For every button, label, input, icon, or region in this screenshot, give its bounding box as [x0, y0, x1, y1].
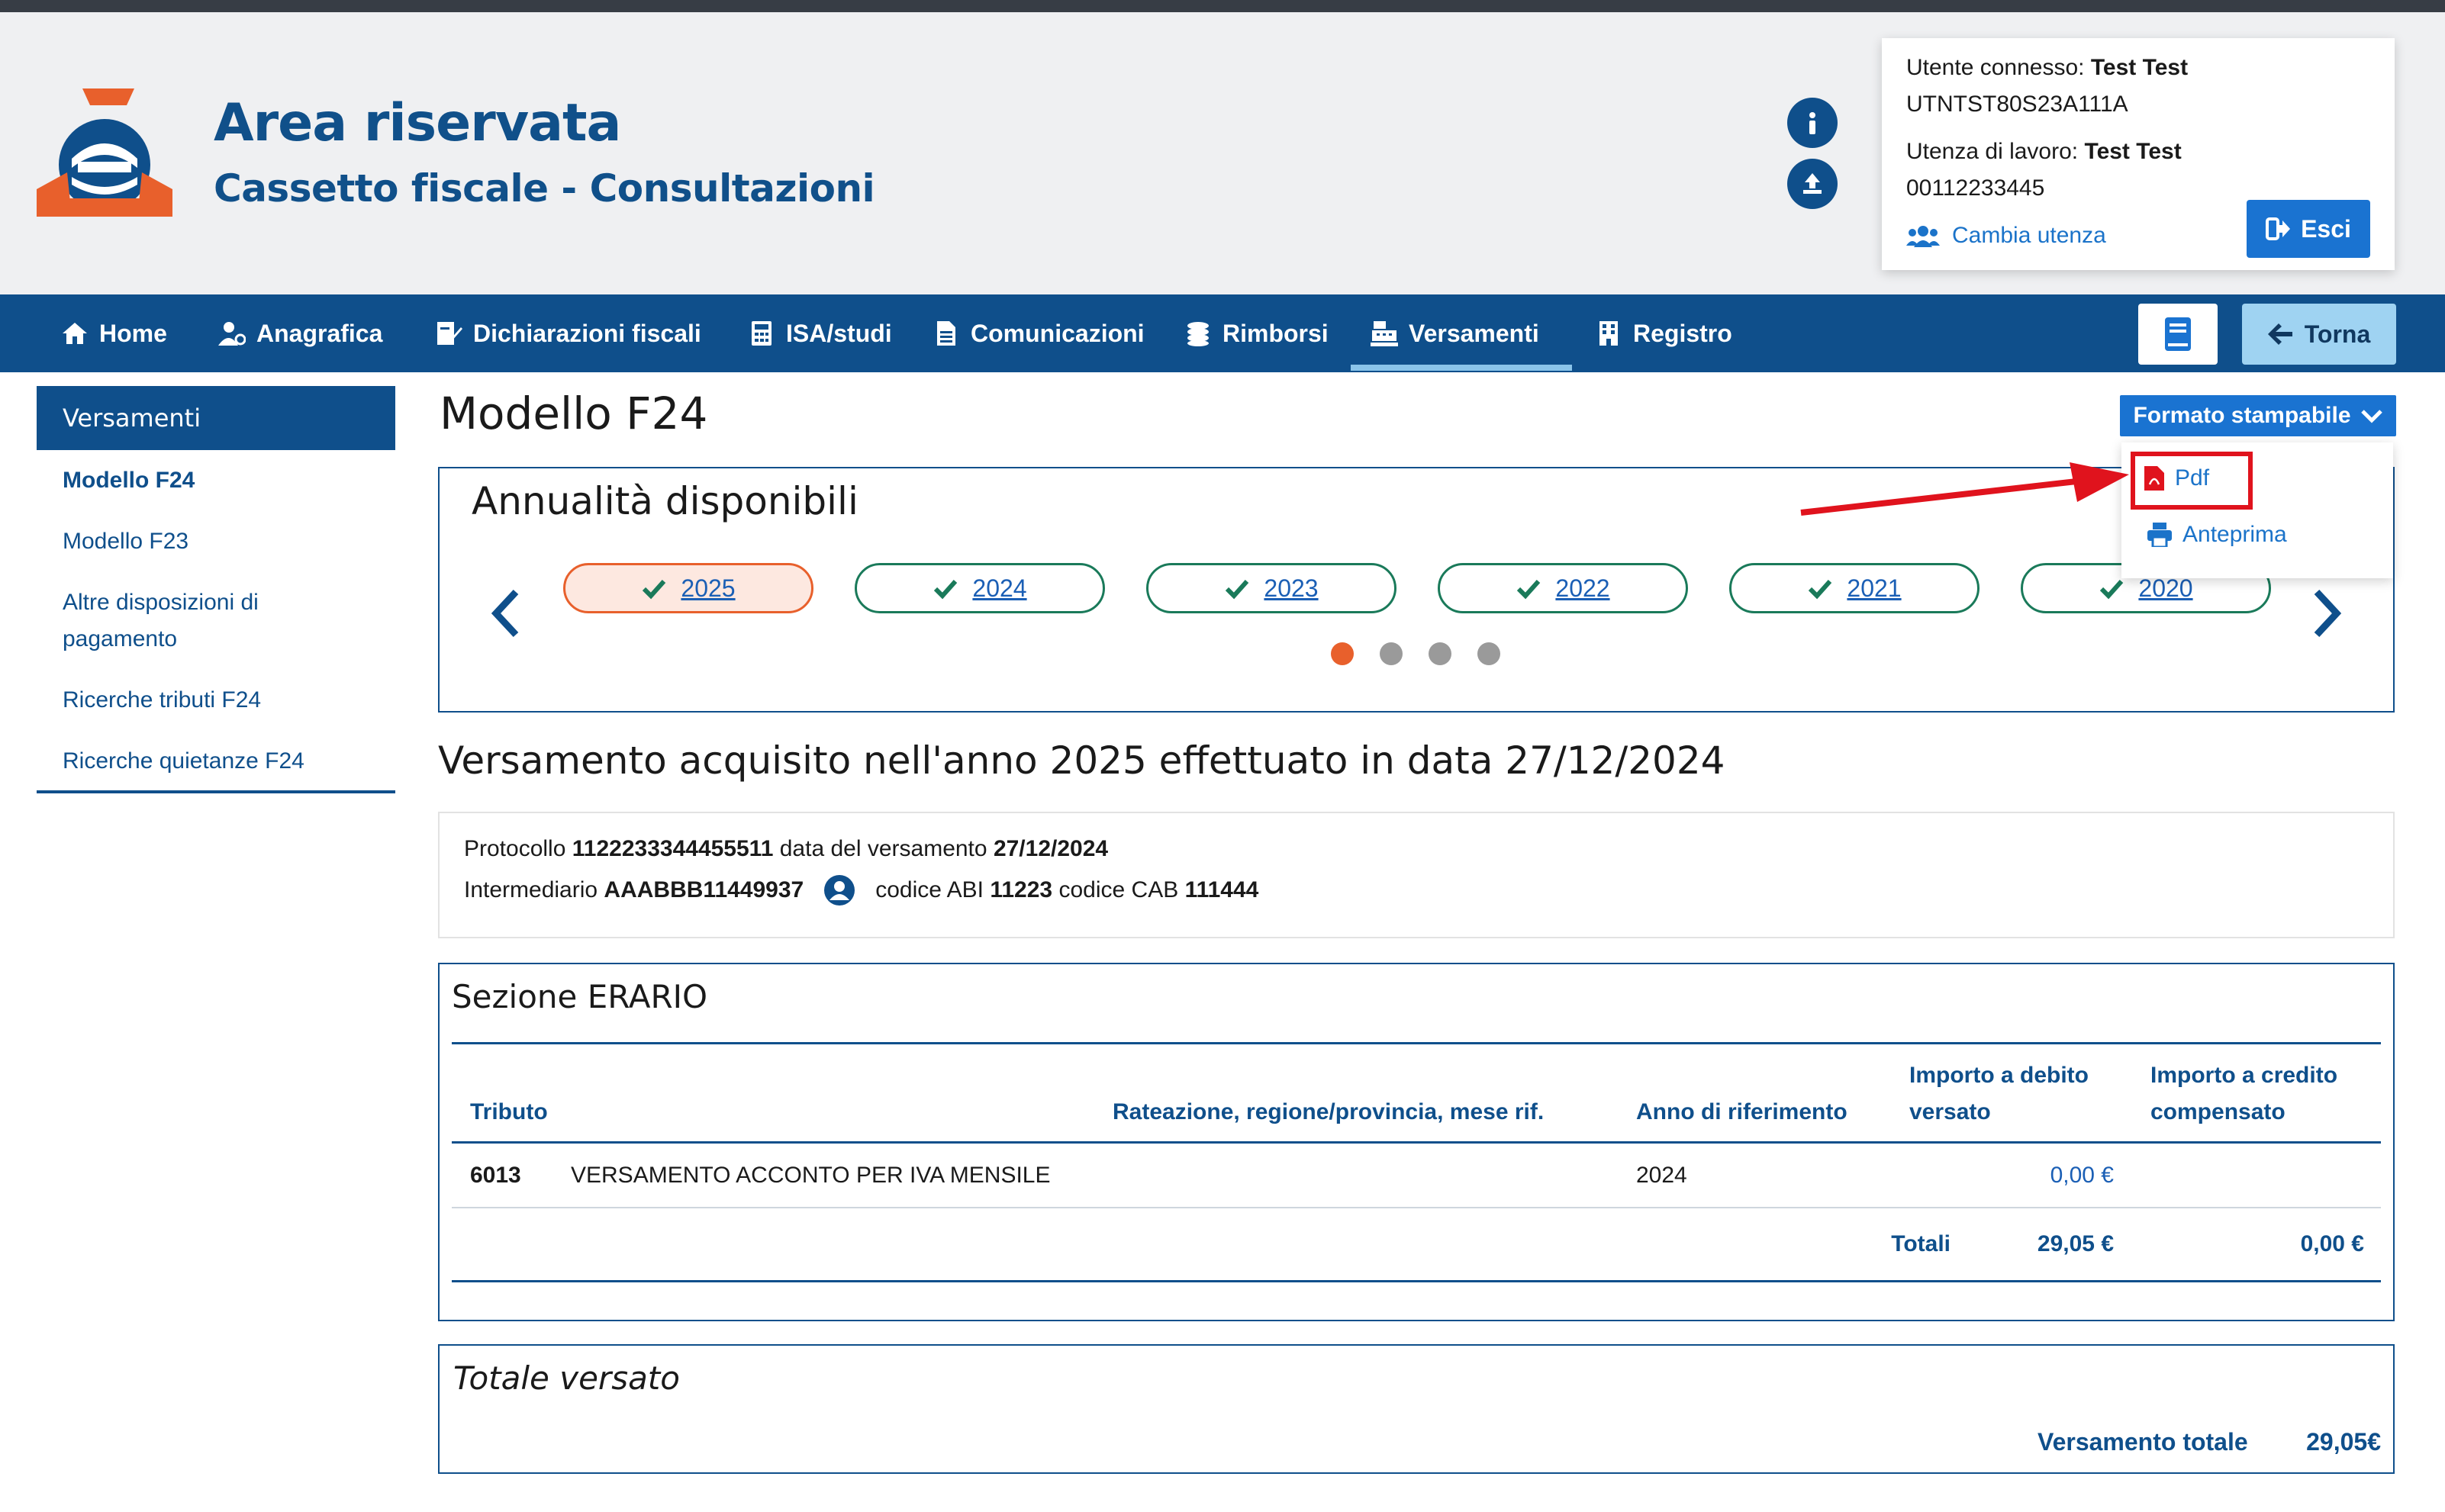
sidebar-item-altre-disposizioni[interactable]: Altre disposizioni di pagamento	[63, 584, 322, 658]
check-icon	[643, 579, 666, 600]
check-icon	[1517, 579, 1541, 600]
user-cog-icon	[218, 322, 246, 346]
pdf-highlight-box	[2131, 452, 2253, 510]
upload-button[interactable]	[1787, 159, 1838, 209]
file-signature-icon	[437, 322, 462, 345]
erario-title: Sezione ERARIO	[452, 978, 708, 1015]
table-bottom-rule	[452, 1280, 2381, 1282]
check-icon	[1226, 579, 1249, 600]
sidebar-item-modello-f23[interactable]: Modello F23	[63, 523, 383, 560]
check-icon	[934, 579, 958, 600]
table-row-debito: 0,00 €	[2050, 1163, 2114, 1188]
year-pill-2025[interactable]: 2025	[563, 563, 813, 613]
check-icon	[2100, 579, 2124, 600]
print-format-dropdown[interactable]: Formato stampabile	[2120, 395, 2396, 436]
user-circle-icon[interactable]	[823, 874, 855, 906]
col-header-anno: Anno di riferimento	[1636, 1099, 1847, 1124]
total-paid-title: Totale versato	[453, 1359, 680, 1397]
year-pill-2023[interactable]: 2023	[1146, 563, 1396, 613]
building-icon	[1599, 321, 1618, 346]
chevron-down-icon	[2360, 410, 2382, 423]
sidebar-item-ricerche-tributi[interactable]: Ricerche tributi F24	[63, 682, 383, 719]
cash-register-icon	[1371, 321, 1398, 346]
connected-user-line: Utente connesso: Test Test	[1906, 55, 2189, 80]
print-icon	[2147, 523, 2172, 547]
nav-anagrafica[interactable]: Anagrafica	[218, 294, 382, 372]
work-user-line: Utenza di lavoro: Test Test	[1906, 139, 2182, 164]
app-title: Area riservata	[214, 93, 621, 153]
total-paid-label: Versamento totale	[2038, 1428, 2248, 1456]
table-row-rule	[452, 1207, 2381, 1208]
coins-icon	[1187, 322, 1209, 346]
totals-label: Totali	[1891, 1231, 1951, 1256]
upload-icon	[1803, 173, 1822, 194]
page-title: Modello F24	[440, 388, 708, 439]
totals-credito: 0,00 €	[2300, 1231, 2364, 1256]
col-header-credito: Importo a credito compensato	[2150, 1063, 2338, 1124]
browser-top-strip	[0, 0, 2445, 12]
nav-isa[interactable]: ISA/studi	[748, 294, 892, 372]
carousel-dot[interactable]	[1380, 642, 1403, 665]
table-header-rule	[452, 1141, 2381, 1144]
sidebar-divider	[37, 790, 395, 793]
guide-button[interactable]	[2138, 304, 2218, 365]
total-paid-value: 29,05€	[2306, 1428, 2381, 1456]
info-button[interactable]	[1787, 98, 1838, 148]
year-pill-2024[interactable]: 2024	[855, 563, 1105, 613]
print-option-anteprima[interactable]: Anteprima	[2147, 522, 2287, 548]
change-user-link[interactable]: Cambia utenza	[1906, 223, 2106, 249]
sidebar-item-ricerche-quietanze[interactable]: Ricerche quietanze F24	[63, 743, 383, 780]
nav-rimborsi[interactable]: Rimborsi	[1184, 294, 1329, 372]
nav-active-indicator	[1351, 365, 1572, 371]
carousel-dot[interactable]	[1477, 642, 1500, 665]
users-icon	[1906, 226, 1940, 247]
annotation-arrow	[1800, 462, 2129, 516]
table-row-code: 6013	[470, 1163, 521, 1188]
info-icon	[1809, 112, 1815, 134]
col-header-debito: Importo a debito versato	[1909, 1063, 2089, 1124]
arrow-left-icon	[2267, 323, 2292, 345]
work-user-code: 00112233445	[1906, 175, 2045, 201]
nav-versamenti[interactable]: Versamenti	[1371, 294, 1539, 372]
sidebar-item-modello-f24[interactable]: Modello F24	[63, 462, 383, 499]
sidebar-heading: Versamenti	[37, 386, 395, 450]
check-icon	[1809, 579, 1832, 600]
file-text-icon	[937, 321, 955, 346]
connected-user-code: UTNTST80S23A111A	[1906, 92, 2128, 117]
logout-button[interactable]: Esci	[2247, 200, 2370, 258]
years-title: Annualità disponibili	[472, 479, 858, 523]
carousel-prev-icon[interactable]	[487, 586, 525, 641]
protocol-line: Protocollo 1122233344455511 data del ver…	[464, 836, 1109, 861]
col-header-rateazione: Rateazione, regione/provincia, mese rif.	[1113, 1099, 1545, 1124]
book-icon	[2165, 317, 2191, 351]
payment-title: Versamento acquisito nell'anno 2025 effe…	[438, 738, 1725, 783]
totals-debito: 29,05 €	[2037, 1231, 2114, 1256]
year-pill-2021[interactable]: 2021	[1729, 563, 1980, 613]
logout-icon	[2266, 217, 2291, 240]
app-subtitle: Cassetto fiscale - Consultazioni	[214, 166, 875, 211]
carousel-next-icon[interactable]	[2308, 586, 2346, 641]
col-header-tributo: Tributo	[470, 1099, 548, 1124]
nav-comunicazioni[interactable]: Comunicazioni	[933, 294, 1145, 372]
intermediary-line: Intermediario AAABBB11449937 codice ABI …	[464, 874, 1258, 906]
table-row-anno: 2024	[1636, 1163, 1687, 1188]
nav-dichiarazioni[interactable]: Dichiarazioni fiscali	[435, 294, 701, 372]
carousel-dot[interactable]	[1429, 642, 1451, 665]
back-button[interactable]: Torna	[2242, 304, 2396, 365]
year-pill-2022[interactable]: 2022	[1438, 563, 1688, 613]
agenzia-logo	[37, 88, 172, 217]
nav-home[interactable]: Home	[61, 294, 167, 372]
table-top-rule	[452, 1042, 2381, 1044]
carousel-dot[interactable]	[1331, 642, 1354, 665]
nav-registro[interactable]: Registro	[1595, 294, 1732, 372]
table-row-description: VERSAMENTO ACCONTO PER IVA MENSILE	[571, 1163, 1051, 1188]
calculator-icon	[752, 321, 772, 346]
home-icon	[63, 323, 87, 344]
